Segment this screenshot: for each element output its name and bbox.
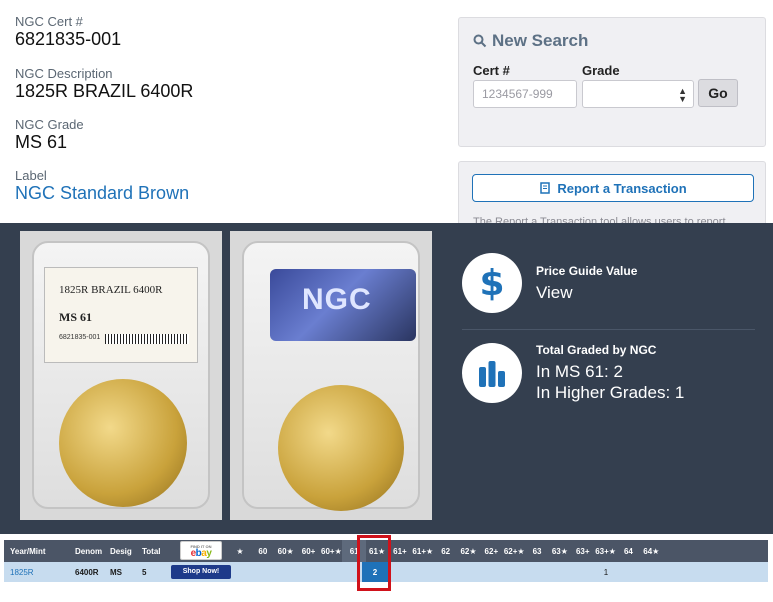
total-in-grade: In MS 61: 2 bbox=[536, 362, 623, 381]
grade-label: NGC Grade bbox=[15, 117, 84, 132]
divider bbox=[462, 329, 755, 330]
ebay-logo: FIND IT ON ebay bbox=[180, 541, 222, 560]
bar-chart-icon bbox=[462, 343, 522, 403]
cert-number-field: NGC Cert # 6821835-001 bbox=[15, 14, 121, 63]
price-guide-title: Price Guide Value bbox=[536, 263, 638, 278]
cert-number-input[interactable] bbox=[473, 80, 577, 108]
description-value: 1825R BRAZIL 6400R bbox=[15, 81, 194, 101]
shop-now-button[interactable]: Shop Now! bbox=[171, 565, 231, 579]
coin-overview-band: 1825R BRAZIL 6400R MS 61 6821835-001 NGC… bbox=[0, 223, 773, 534]
total-graded-title: Total Graded by NGC bbox=[536, 343, 657, 357]
grade-header-15: 63+ bbox=[575, 546, 590, 556]
slab-reverse: NGC bbox=[242, 241, 420, 511]
row-total: 5 bbox=[142, 567, 147, 577]
go-button[interactable]: Go bbox=[698, 79, 738, 107]
ngc-hologram: NGC bbox=[270, 269, 416, 341]
label-label: Label bbox=[15, 168, 47, 183]
cert-number-value: 6821835-001 bbox=[15, 29, 122, 49]
grade-header-13: 63 bbox=[532, 546, 542, 556]
report-transaction-label: Report a Transaction bbox=[557, 180, 687, 196]
highlight-box bbox=[357, 535, 391, 591]
select-arrows-icon: ▲ ▼ bbox=[678, 86, 687, 104]
obverse-image[interactable]: 1825R BRAZIL 6400R MS 61 6821835-001 bbox=[20, 231, 222, 520]
search-icon bbox=[473, 34, 487, 48]
label-link[interactable]: NGC Standard Brown bbox=[15, 183, 189, 203]
grade-field: NGC Grade MS 61 bbox=[15, 117, 84, 166]
row-denom: 6400R bbox=[75, 567, 99, 577]
report-transaction-button[interactable]: Report a Transaction bbox=[472, 174, 754, 202]
grade-header-2: 60★ bbox=[277, 546, 294, 556]
grade-select[interactable]: ▲ ▼ bbox=[582, 80, 694, 108]
hologram-text: NGC bbox=[302, 283, 372, 316]
barcode bbox=[105, 334, 189, 344]
cert-number-label: NGC Cert # bbox=[15, 14, 83, 29]
description-field: NGC Description 1825R BRAZIL 6400R bbox=[15, 66, 193, 115]
dollar-icon: $ bbox=[462, 253, 522, 313]
ms63-count-cell[interactable]: 1 bbox=[600, 562, 612, 582]
report-icon bbox=[540, 182, 551, 194]
grade-header-16: 63+★ bbox=[595, 546, 616, 556]
row-desig: MS bbox=[110, 567, 122, 577]
grade-header-8: 61+★ bbox=[412, 546, 434, 556]
new-search-label: New Search bbox=[492, 31, 589, 50]
grade-header-1: 60 bbox=[258, 546, 268, 556]
slab-label-description: 1825R BRAZIL 6400R bbox=[59, 284, 163, 296]
coin-obverse bbox=[59, 379, 187, 507]
report-transaction-panel: Report a Transaction The Report a Transa… bbox=[458, 161, 766, 231]
reverse-image[interactable]: NGC bbox=[230, 231, 432, 520]
coin-reverse bbox=[278, 385, 404, 511]
total-higher-grades: In Higher Grades: 1 bbox=[536, 383, 685, 402]
grade-header-17: 64 bbox=[623, 546, 633, 556]
grade-header-7: 61+ bbox=[393, 546, 407, 556]
grade-header-10: 62★ bbox=[460, 546, 477, 556]
grade-header-3: 60+ bbox=[301, 546, 316, 556]
col-year: Year/Mint bbox=[10, 546, 46, 556]
col-denom: Denom bbox=[75, 546, 103, 556]
cert-input-label: Cert # bbox=[473, 63, 510, 78]
grade-value: MS 61 bbox=[15, 132, 68, 152]
price-guide-block: $ Price Guide Value View bbox=[462, 253, 637, 313]
grade-header-4: 60+★ bbox=[321, 546, 342, 556]
col-desig: Desig bbox=[110, 546, 132, 556]
row-year-link[interactable]: 1825R bbox=[10, 562, 34, 582]
slab-obverse: 1825R BRAZIL 6400R MS 61 6821835-001 bbox=[32, 241, 210, 509]
grade-header-12: 62+★ bbox=[503, 546, 525, 556]
new-search-panel: New Search Cert # Grade ▲▼ Go bbox=[458, 17, 766, 147]
description-label: NGC Description bbox=[15, 66, 113, 81]
slab-label-grade: MS 61 bbox=[59, 310, 92, 324]
grade-select-label: Grade bbox=[582, 63, 620, 78]
grade-header-18: 64★ bbox=[643, 546, 660, 556]
new-search-title: New Search bbox=[473, 31, 588, 51]
slab-label: 1825R BRAZIL 6400R MS 61 6821835-001 bbox=[44, 267, 198, 363]
grade-header-0: ★ bbox=[236, 546, 244, 556]
grade-header-14: 63★ bbox=[551, 546, 568, 556]
grade-header-11: 62+ bbox=[484, 546, 499, 556]
label-field: Label NGC Standard Brown bbox=[15, 168, 189, 217]
slab-label-cert: 6821835-001 bbox=[59, 334, 101, 341]
price-guide-view-link[interactable]: View bbox=[536, 282, 637, 303]
col-total: Total bbox=[142, 546, 161, 556]
grade-header-9: 62 bbox=[441, 546, 451, 556]
total-graded-block: Total Graded by NGC In MS 61: 2 In Highe… bbox=[462, 343, 684, 403]
